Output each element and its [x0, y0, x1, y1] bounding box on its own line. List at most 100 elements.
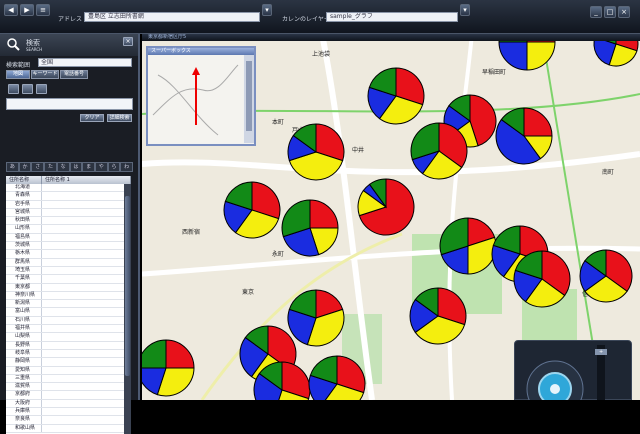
pie-chart-marker[interactable]	[142, 339, 195, 397]
pie-chart-marker[interactable]	[223, 181, 281, 239]
table-row[interactable]: 京都府	[6, 391, 124, 400]
layer-field[interactable]: sample_グラフ	[326, 12, 458, 22]
table-row[interactable]: 和歌山県	[6, 424, 124, 433]
table-row[interactable]: 三重県	[6, 374, 124, 384]
table-row[interactable]: 石川県	[6, 316, 124, 326]
prefecture-name: 愛知県	[6, 366, 42, 374]
table-row[interactable]: 兵庫県	[6, 408, 124, 417]
road-major	[142, 151, 640, 176]
prefecture-name: 静岡県	[6, 358, 42, 366]
forward-icon[interactable]: ▶	[20, 4, 34, 16]
table-row[interactable]: 奈良県	[6, 416, 124, 425]
pie-chart-marker[interactable]	[409, 287, 467, 345]
kana-index-button[interactable]: や	[94, 162, 108, 172]
table-row[interactable]: 神奈川県	[6, 291, 124, 301]
column-header-name[interactable]: 住所名称	[6, 176, 42, 184]
table-row[interactable]: 栃木県	[6, 250, 124, 259]
map-label: 本町	[272, 118, 284, 126]
overview-zoom-slider[interactable]	[246, 61, 252, 131]
kana-index-button[interactable]: わ	[120, 162, 134, 172]
prefecture-name: 群馬県	[6, 258, 42, 266]
globe-icon[interactable]	[8, 84, 19, 94]
kana-index-button[interactable]: な	[56, 162, 70, 172]
scroll-thumb[interactable]	[125, 196, 130, 376]
pie-chart-marker[interactable]	[495, 107, 553, 165]
prefecture-name: 和歌山県	[6, 424, 42, 432]
map-view[interactable]: 上池袋戸山新宿区庁早稲田町西新宿東京本町永町中井今井町南町信濃町 東京都新宿区庁…	[142, 34, 640, 400]
result-table-header: 住所名称 住所名称 1	[6, 176, 131, 184]
table-row[interactable]: 千葉県	[6, 275, 124, 284]
back-icon[interactable]: ◀	[4, 4, 18, 16]
pie-chart-marker[interactable]	[357, 178, 415, 236]
pie-chart-marker[interactable]	[287, 289, 345, 347]
star-icon[interactable]	[36, 84, 47, 94]
map-label: 中井	[352, 146, 364, 154]
kana-index-button[interactable]: ま	[82, 162, 95, 172]
overview-map[interactable]: スーパーボックス	[146, 46, 256, 146]
map-label: 早稲田町	[482, 68, 506, 76]
tab-map[interactable]: 地図	[6, 70, 30, 79]
minimize-icon[interactable]: _	[590, 6, 602, 18]
table-row[interactable]: 静岡県	[6, 358, 124, 367]
column-header-name1[interactable]: 住所名称 1	[42, 176, 131, 184]
prefecture-name: 長野県	[6, 341, 42, 349]
kana-index-button[interactable]: あ	[6, 162, 19, 172]
address-dropdown-icon[interactable]: ▾	[262, 4, 272, 16]
prefecture-name: 東京都	[6, 283, 42, 291]
table-row[interactable]: 群馬県	[6, 258, 124, 267]
table-row[interactable]: 岐阜県	[6, 349, 124, 359]
prefecture-name: 京都府	[6, 391, 42, 399]
pie-chart-marker[interactable]	[287, 123, 345, 181]
address-field[interactable]: 豊島区 立志田所書網	[84, 12, 260, 22]
tab-keyword[interactable]: キーワード	[31, 70, 59, 79]
table-row[interactable]: 岩手県	[6, 200, 124, 209]
prefecture-name: 秋田県	[6, 217, 42, 225]
table-row[interactable]: 山梨県	[6, 333, 124, 342]
result-scrollbar[interactable]	[124, 184, 131, 434]
pie-chart-marker[interactable]	[281, 199, 339, 257]
restore-icon[interactable]: □	[604, 6, 616, 18]
overview-canvas[interactable]	[148, 55, 254, 143]
detail-search-button[interactable]: 詳細検索	[107, 114, 132, 122]
building-icon[interactable]	[22, 84, 33, 94]
kana-index-button[interactable]: た	[44, 162, 57, 172]
table-row[interactable]: 長野県	[6, 341, 124, 350]
table-row[interactable]: 山形県	[6, 225, 124, 234]
keyword-input[interactable]	[6, 98, 133, 110]
search-icon	[7, 38, 20, 51]
table-row[interactable]: 富山県	[6, 308, 124, 317]
pie-chart-marker[interactable]	[579, 249, 633, 303]
prefecture-name: 山梨県	[6, 333, 42, 341]
pie-chart-marker[interactable]	[513, 250, 571, 308]
prefecture-name: 三重県	[6, 374, 42, 383]
table-row[interactable]: 愛知県	[6, 366, 124, 375]
prefecture-name: 福島県	[6, 233, 42, 242]
layer-dropdown-icon[interactable]: ▾	[460, 4, 470, 16]
kana-index-button[interactable]: は	[69, 162, 83, 172]
all-button[interactable]: ≡	[36, 4, 50, 16]
prefecture-name: 岐阜県	[6, 349, 42, 358]
pie-slice	[523, 107, 553, 137]
compass-icon[interactable]: +	[515, 341, 633, 400]
clear-button[interactable]: クリア	[80, 114, 104, 122]
kana-index-button[interactable]: さ	[31, 162, 45, 172]
pie-chart-marker[interactable]	[367, 67, 425, 125]
scope-select[interactable]: 全国	[38, 58, 132, 67]
table-row[interactable]: 福島県	[6, 233, 124, 243]
table-row[interactable]: 東京都	[6, 283, 124, 292]
close-panel-icon[interactable]: ×	[123, 37, 133, 46]
tab-phone[interactable]: 電話番号	[60, 70, 88, 79]
map-label: 東京	[242, 288, 254, 296]
table-row[interactable]: 大阪府	[6, 399, 124, 409]
compass-control[interactable]: +	[514, 340, 632, 400]
pie-chart-marker[interactable]	[410, 122, 468, 180]
close-window-icon[interactable]: ×	[618, 6, 630, 18]
prefecture-name: 新潟県	[6, 300, 42, 308]
pie-chart-marker[interactable]	[439, 217, 497, 275]
pie-slice	[526, 41, 556, 71]
pie-slice	[309, 199, 339, 229]
table-row[interactable]: 青森県	[6, 192, 124, 201]
kana-index-button[interactable]: ら	[107, 162, 121, 172]
kana-index-button[interactable]: か	[18, 162, 32, 172]
table-row[interactable]: 宮城県	[6, 208, 124, 218]
